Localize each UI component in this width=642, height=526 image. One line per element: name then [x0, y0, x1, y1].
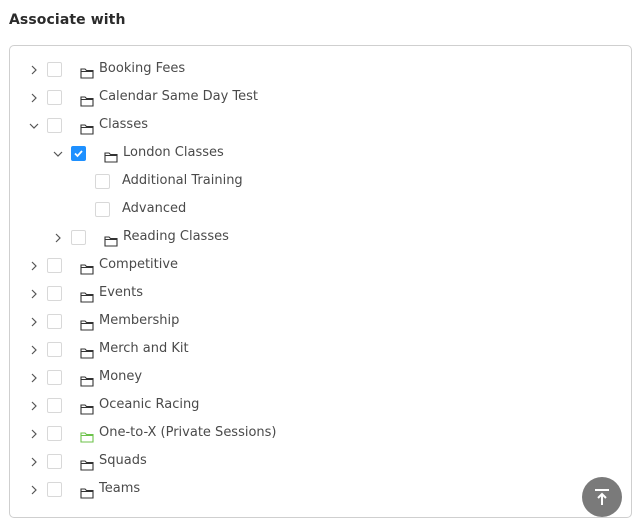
section-title: Associate with	[9, 12, 126, 28]
tree-item-checkbox[interactable]	[95, 202, 110, 217]
tree-item[interactable]: Competitive	[10, 252, 610, 280]
category-tree-panel: Booking Fees Calendar Same Day Test Classe…	[9, 45, 632, 518]
chevron-down-icon[interactable]	[51, 147, 65, 161]
tree-item-checkbox[interactable]	[47, 454, 62, 469]
folder-icon	[80, 288, 94, 303]
tree-item-label[interactable]: Merch and Kit	[99, 341, 189, 356]
tree-item-label[interactable]: Teams	[99, 481, 140, 496]
chevron-right-icon[interactable]	[27, 371, 41, 385]
chevron-right-icon[interactable]	[27, 427, 41, 441]
tree-item-label[interactable]: Competitive	[99, 257, 178, 272]
chevron-right-icon[interactable]	[27, 63, 41, 77]
tree-item-checkbox[interactable]	[47, 258, 62, 273]
tree-item[interactable]: Membership	[10, 308, 610, 336]
tree-item[interactable]: Additional Training	[10, 168, 610, 196]
tree-item-checkbox[interactable]	[47, 342, 62, 357]
tree-item[interactable]: Events	[10, 280, 610, 308]
tree-item-checkbox[interactable]	[47, 426, 62, 441]
folder-icon	[80, 456, 94, 471]
tree-item[interactable]: One-to-X (Private Sessions)	[10, 420, 610, 448]
tree-item-checkbox[interactable]	[47, 398, 62, 413]
tree-item[interactable]: Merch and Kit	[10, 336, 610, 364]
chevron-right-icon[interactable]	[27, 91, 41, 105]
chevron-right-icon[interactable]	[51, 231, 65, 245]
tree-item[interactable]: Classes	[10, 112, 610, 140]
folder-icon	[104, 232, 118, 247]
tree-item-label[interactable]: Reading Classes	[123, 229, 229, 244]
tree-item-label[interactable]: London Classes	[123, 145, 224, 160]
tree-item-label[interactable]: Oceanic Racing	[99, 397, 199, 412]
chevron-right-icon[interactable]	[27, 455, 41, 469]
scroll-to-top-button[interactable]	[582, 477, 622, 517]
folder-icon	[80, 428, 94, 443]
tree-item-label[interactable]: Membership	[99, 313, 179, 328]
folder-icon	[80, 344, 94, 359]
chevron-right-icon[interactable]	[27, 315, 41, 329]
arrow-up-to-line-icon	[595, 489, 609, 505]
chevron-right-icon[interactable]	[27, 399, 41, 413]
tree-item[interactable]: Calendar Same Day Test	[10, 84, 610, 112]
folder-icon	[80, 400, 94, 415]
tree-item-checkbox[interactable]	[47, 62, 62, 77]
tree-item-checkbox[interactable]	[47, 118, 62, 133]
tree-item-label[interactable]: Booking Fees	[99, 61, 185, 76]
folder-icon	[80, 120, 94, 135]
chevron-right-icon[interactable]	[27, 287, 41, 301]
tree-item-label[interactable]: Calendar Same Day Test	[99, 89, 258, 104]
chevron-down-icon[interactable]	[27, 119, 41, 133]
tree-item-checkbox[interactable]	[47, 286, 62, 301]
tree-item-checkbox[interactable]	[47, 90, 62, 105]
tree-item[interactable]: Booking Fees	[10, 56, 610, 84]
tree-item[interactable]: Money	[10, 364, 610, 392]
folder-icon	[80, 484, 94, 499]
tree-item-checkbox[interactable]	[47, 370, 62, 385]
checkmark-icon	[74, 150, 83, 158]
folder-icon	[80, 260, 94, 275]
tree-item-checkbox[interactable]	[71, 230, 86, 245]
tree-item-label[interactable]: Squads	[99, 453, 147, 468]
tree-item-label[interactable]: Classes	[99, 117, 148, 132]
tree-item-label[interactable]: One-to-X (Private Sessions)	[99, 425, 277, 440]
tree-item[interactable]: Squads	[10, 448, 610, 476]
tree-item-checkbox[interactable]	[47, 482, 62, 497]
tree-item[interactable]: Reading Classes	[10, 224, 610, 252]
tree-item[interactable]: Oceanic Racing	[10, 392, 610, 420]
tree-item-checkbox[interactable]	[47, 314, 62, 329]
chevron-right-icon[interactable]	[27, 259, 41, 273]
tree-item[interactable]: Teams	[10, 476, 610, 504]
tree-item-label[interactable]: Money	[99, 369, 142, 384]
tree-item-label[interactable]: Additional Training	[122, 173, 243, 188]
tree-item-label[interactable]: Advanced	[122, 201, 186, 216]
chevron-right-icon[interactable]	[27, 343, 41, 357]
tree-item-checkbox[interactable]	[95, 174, 110, 189]
folder-icon	[80, 92, 94, 107]
folder-icon	[80, 316, 94, 331]
chevron-right-icon[interactable]	[27, 483, 41, 497]
tree-item[interactable]: London Classes	[10, 140, 610, 168]
folder-icon	[80, 372, 94, 387]
folder-icon	[104, 148, 118, 163]
tree-item-checkbox[interactable]	[71, 146, 86, 161]
tree-item[interactable]: Advanced	[10, 196, 610, 224]
tree-item-label[interactable]: Events	[99, 285, 143, 300]
folder-icon	[80, 64, 94, 79]
